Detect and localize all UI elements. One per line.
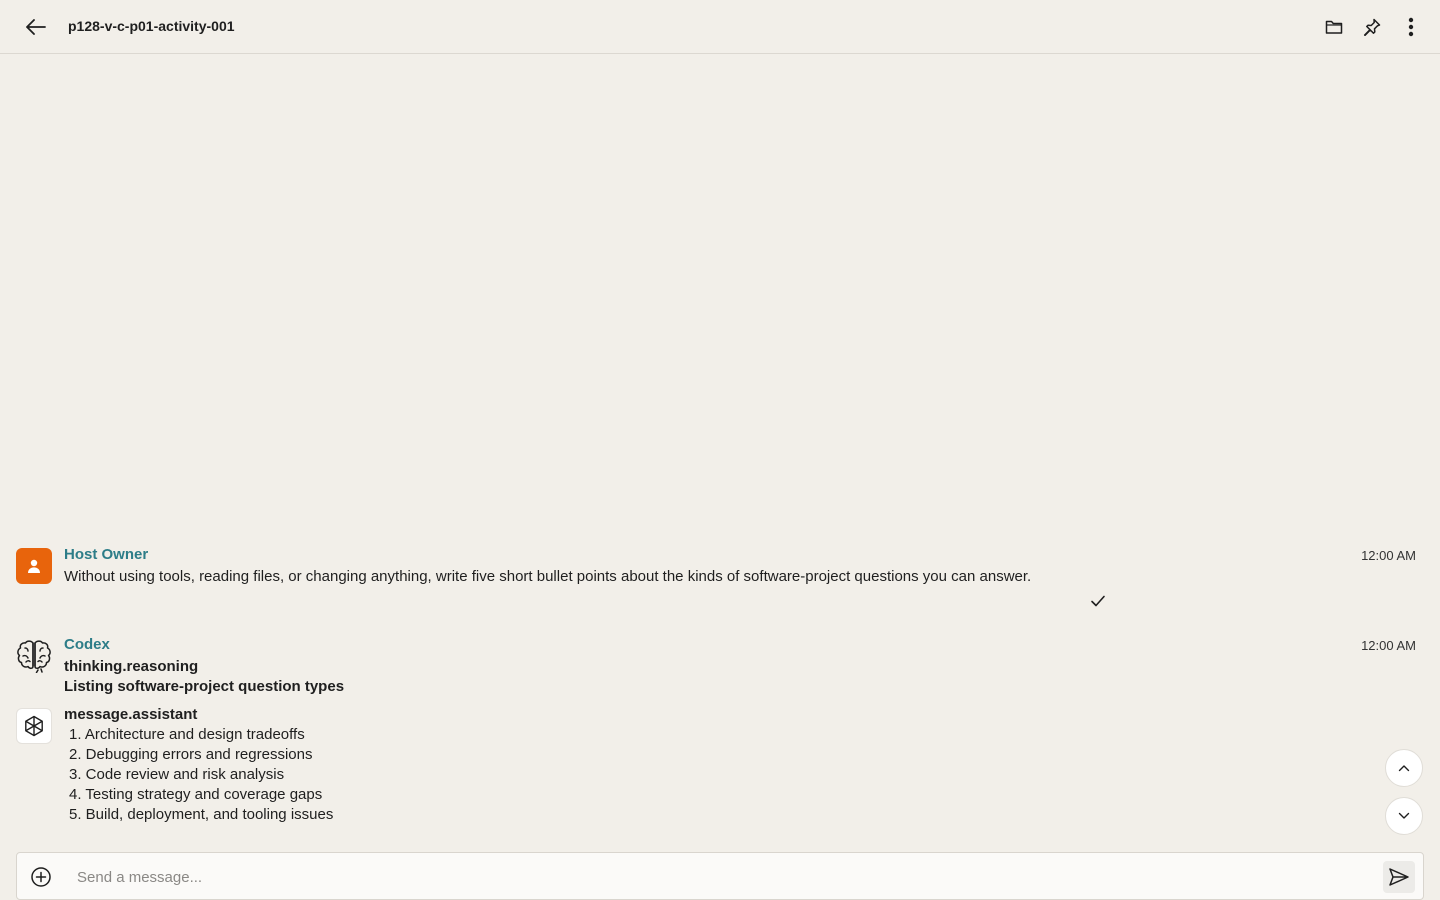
message-input[interactable] <box>77 863 1367 891</box>
plus-circle-icon <box>31 867 51 887</box>
folder-button[interactable] <box>1321 14 1347 40</box>
assistant-avatar <box>16 708 52 744</box>
more-options-button[interactable] <box>1398 14 1424 40</box>
avatar <box>16 548 52 584</box>
thinking-text: Listing software-project question types <box>64 678 345 695</box>
chevron-up-icon <box>1398 765 1410 772</box>
sender-name[interactable]: Codex <box>64 636 110 653</box>
list-item: 3. Code review and risk analysis <box>69 766 285 783</box>
message-text: Without using tools, reading files, or c… <box>64 568 1032 585</box>
top-bar: p128-v-c-p01-activity-001 <box>0 0 1440 54</box>
list-item: 4. Testing strategy and coverage gaps <box>69 786 323 803</box>
pin-icon <box>1363 18 1381 36</box>
scroll-down-button[interactable] <box>1385 797 1423 835</box>
person-icon <box>28 559 40 573</box>
assistant-label: message.assistant <box>64 706 198 723</box>
message-codex: Codex 12:00 AM thinking.reasoning Listin… <box>16 636 1424 836</box>
pin-button[interactable] <box>1359 14 1385 40</box>
folder-icon <box>1325 20 1343 34</box>
check-icon <box>1091 595 1105 607</box>
list-item: 5. Build, deployment, and tooling issues <box>69 806 334 823</box>
openai-logo-icon <box>25 715 43 737</box>
message-time: 12:00 AM <box>1361 638 1416 653</box>
scroll-up-button[interactable] <box>1385 749 1423 787</box>
list-item: 2. Debugging errors and regressions <box>69 746 313 763</box>
message-host-owner: Host Owner 12:00 AM Without using tools,… <box>16 546 1424 616</box>
list-item: 1. Architecture and design tradeoffs <box>69 726 305 743</box>
chevron-down-icon <box>1398 812 1410 819</box>
attach-button[interactable] <box>29 865 53 889</box>
send-button[interactable] <box>1383 861 1415 893</box>
sender-name[interactable]: Host Owner <box>64 546 148 563</box>
page-title: p128-v-c-p01-activity-001 <box>68 18 235 34</box>
message-time: 12:00 AM <box>1361 548 1416 563</box>
message-composer <box>16 852 1424 900</box>
avatar <box>16 638 52 674</box>
send-icon <box>1389 868 1409 886</box>
brain-icon <box>17 640 51 673</box>
arrow-left-icon <box>26 19 46 35</box>
more-vertical-icon <box>1408 17 1414 37</box>
back-button[interactable] <box>22 14 50 40</box>
answer-list: 1. Architecture and design tradeoffs 2. … <box>69 725 333 825</box>
thinking-label: thinking.reasoning <box>64 658 199 675</box>
